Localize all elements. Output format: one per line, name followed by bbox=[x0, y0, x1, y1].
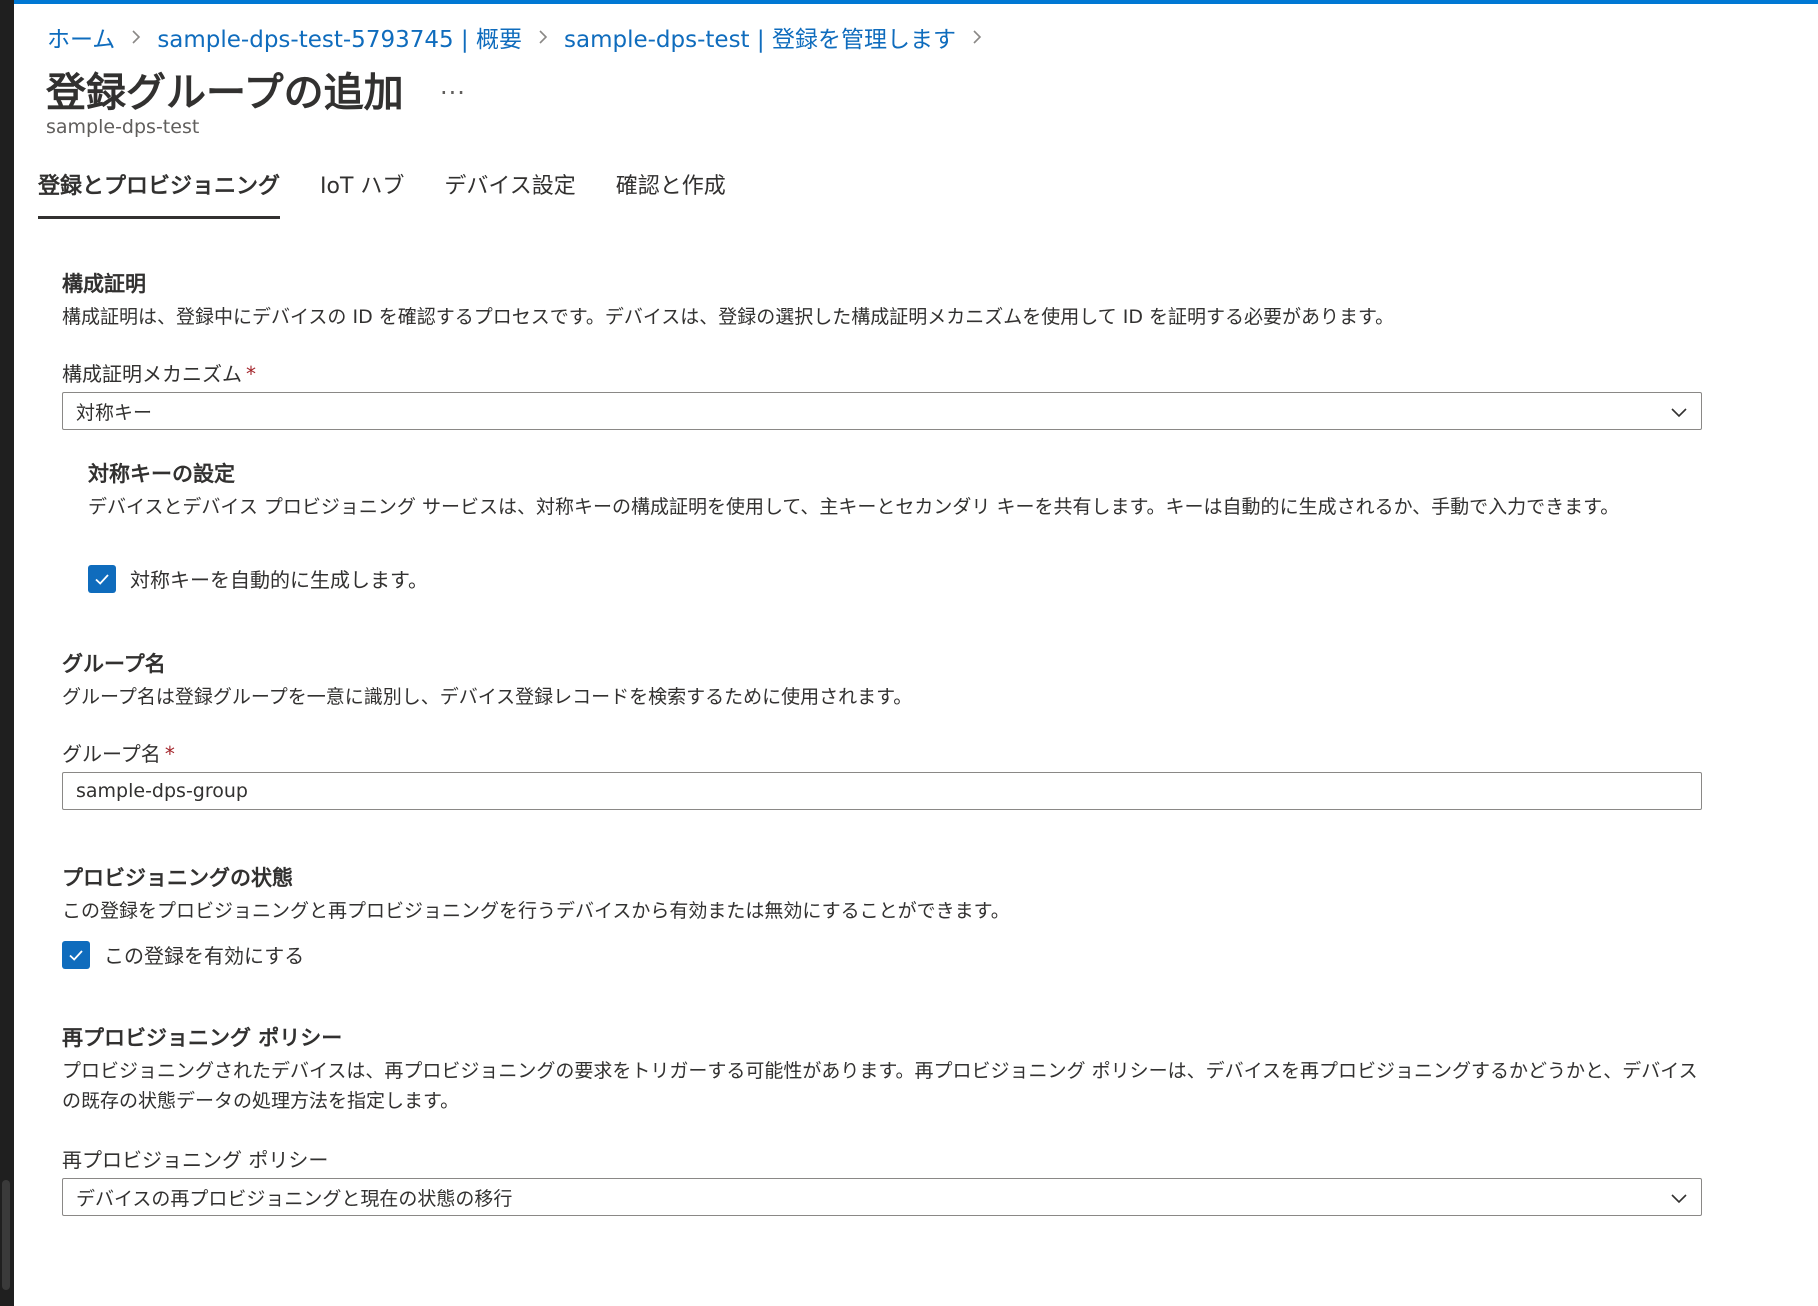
checkmark-icon bbox=[88, 564, 116, 593]
chevron-right-icon bbox=[536, 30, 550, 44]
reprovision-policy-value: デバイスの再プロビジョニングと現在の状態の移行 bbox=[76, 1187, 513, 1210]
group-name-input[interactable]: sample-dps-group bbox=[62, 772, 1702, 810]
scrollbar-thumb[interactable] bbox=[2, 1180, 10, 1290]
breadcrumb-manage-enrollments[interactable]: sample-dps-test | 登録を管理します bbox=[564, 20, 956, 54]
required-mark: * bbox=[164, 742, 175, 766]
attestation-mechanism-select[interactable]: 対称キー bbox=[62, 392, 1702, 430]
symmetric-key-heading: 対称キーの設定 bbox=[88, 462, 235, 486]
enable-enrollment-checkbox[interactable]: この登録を有効にする bbox=[62, 940, 304, 969]
tab-iot-hub[interactable]: IoT ハブ bbox=[320, 168, 404, 219]
auto-generate-keys-checkbox[interactable]: 対称キーを自動的に生成します。 bbox=[88, 564, 428, 593]
group-name-value: sample-dps-group bbox=[76, 780, 248, 802]
chevron-right-icon bbox=[970, 30, 984, 44]
chevron-right-icon bbox=[129, 30, 143, 44]
page-title: 登録グループの追加 bbox=[46, 70, 404, 116]
tab-device-settings[interactable]: デバイス設定 bbox=[444, 168, 575, 219]
tab-bar: 登録とプロビジョニング IoT ハブ デバイス設定 確認と作成 bbox=[38, 168, 766, 219]
reprovision-policy-label: 再プロビジョニング ポリシー bbox=[62, 1148, 329, 1172]
enable-enrollment-label: この登録を有効にする bbox=[104, 944, 305, 968]
required-mark: * bbox=[246, 362, 256, 386]
mechanism-label-text: 構成証明メカニズム bbox=[62, 362, 242, 386]
main-content: ホーム sample-dps-test-5793745 | 概要 sample-… bbox=[14, 4, 1818, 1306]
tab-review-create[interactable]: 確認と作成 bbox=[616, 168, 726, 219]
chevron-down-icon bbox=[1671, 408, 1687, 418]
provisioning-status-description: この登録をプロビジョニングと再プロビジョニングを行うデバイスから有効または無効に… bbox=[62, 900, 1010, 922]
mechanism-label: 構成証明メカニズム * bbox=[62, 358, 256, 387]
group-name-label: グループ名 * bbox=[62, 738, 175, 767]
reprovision-policy-select[interactable]: デバイスの再プロビジョニングと現在の状態の移行 bbox=[62, 1178, 1702, 1216]
tab-registration-provisioning[interactable]: 登録とプロビジョニング bbox=[38, 168, 281, 219]
group-name-heading: グループ名 bbox=[62, 652, 166, 676]
left-scroll-strip bbox=[0, 0, 14, 1306]
reprovision-policy-description: プロビジョニングされたデバイスは、再プロビジョニングの要求をトリガーする可能性が… bbox=[62, 1060, 1698, 1112]
auto-generate-keys-label: 対称キーを自動的に生成します。 bbox=[130, 568, 428, 592]
attestation-mechanism-value: 対称キー bbox=[76, 401, 153, 424]
chevron-down-icon bbox=[1671, 1194, 1687, 1204]
group-name-label-text: グループ名 bbox=[62, 742, 161, 766]
breadcrumb-home[interactable]: ホーム bbox=[47, 20, 115, 54]
breadcrumb: ホーム sample-dps-test-5793745 | 概要 sample-… bbox=[47, 20, 998, 54]
checkmark-icon bbox=[62, 940, 90, 969]
reprovision-policy-heading: 再プロビジョニング ポリシー bbox=[62, 1026, 343, 1050]
symmetric-key-description: デバイスとデバイス プロビジョニング サービスは、対称キーの構成証明を使用して、… bbox=[88, 496, 1620, 518]
more-actions-button[interactable]: ... bbox=[440, 72, 466, 100]
group-name-description: グループ名は登録グループを一意に識別し、デバイス登録レコードを検索するために使用… bbox=[62, 686, 913, 708]
breadcrumb-overview[interactable]: sample-dps-test-5793745 | 概要 bbox=[157, 20, 522, 54]
provisioning-status-heading: プロビジョニングの状態 bbox=[62, 866, 293, 890]
attestation-description: 構成証明は、登録中にデバイスの ID を確認するプロセスです。デバイスは、登録の… bbox=[62, 306, 1395, 328]
page-subtitle: sample-dps-test bbox=[46, 116, 200, 138]
attestation-heading: 構成証明 bbox=[62, 272, 146, 296]
